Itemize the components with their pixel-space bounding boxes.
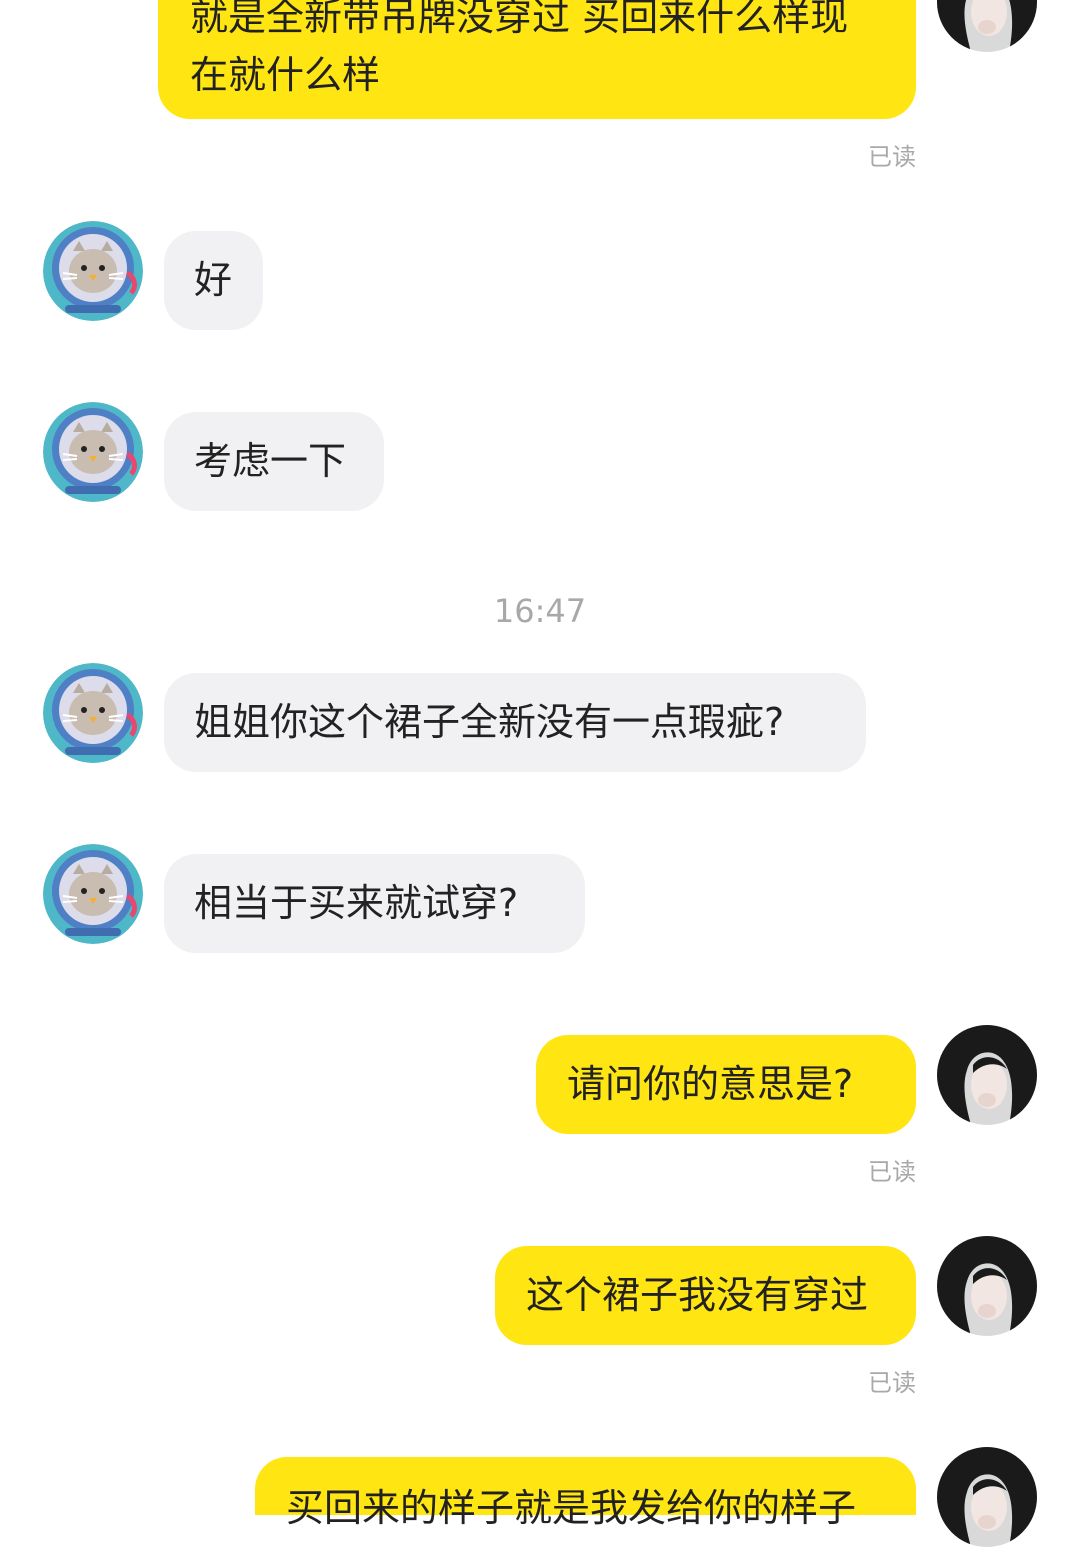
their-avatar-icon[interactable] (43, 663, 143, 763)
my-message-bubble[interactable]: 买回来的样子就是我发给你的样子 (255, 1457, 916, 1530)
read-status: 已读 (868, 143, 916, 171)
message-text: 这个裙子我没有穿过 (526, 1273, 869, 1317)
their-avatar-icon[interactable] (43, 221, 143, 321)
their-avatar-icon[interactable] (43, 844, 143, 944)
message-text: 买回来的样子就是我发给你的样子 (286, 1486, 857, 1530)
their-message-bubble[interactable]: 相当于买来就试穿? (164, 854, 585, 953)
their-message-bubble[interactable]: 好 (164, 231, 263, 330)
their-avatar-icon[interactable] (43, 402, 143, 502)
their-message-bubble[interactable]: 姐姐你这个裙子全新没有一点瑕疵? (164, 673, 866, 772)
my-avatar-icon[interactable] (937, 0, 1037, 52)
message-text: 考虑一下 (194, 439, 347, 483)
my-message-bubble[interactable]: 就是全新带吊牌没穿过 买回来什么样现 在就什么样 (158, 0, 916, 119)
read-status: 已读 (868, 1158, 916, 1186)
read-status: 已读 (868, 1369, 916, 1397)
my-avatar-icon[interactable] (937, 1236, 1037, 1336)
my-message-bubble[interactable]: 请问你的意思是? (536, 1035, 916, 1134)
message-text: 在就什么样 (190, 53, 381, 97)
message-text: 相当于买来就试穿? (194, 881, 519, 925)
time-divider: 16:47 (493, 592, 587, 630)
message-text: 请问你的意思是? (567, 1062, 854, 1106)
my-avatar-icon[interactable] (937, 1025, 1037, 1125)
my-message-bubble[interactable]: 这个裙子我没有穿过 (495, 1246, 916, 1345)
their-message-bubble[interactable]: 考虑一下 (164, 412, 384, 511)
message-text: 姐姐你这个裙子全新没有一点瑕疵? (194, 700, 785, 744)
message-text: 就是全新带吊牌没穿过 买回来什么样现 (190, 0, 849, 39)
message-text: 好 (194, 258, 233, 302)
my-avatar-icon[interactable] (937, 1447, 1037, 1547)
